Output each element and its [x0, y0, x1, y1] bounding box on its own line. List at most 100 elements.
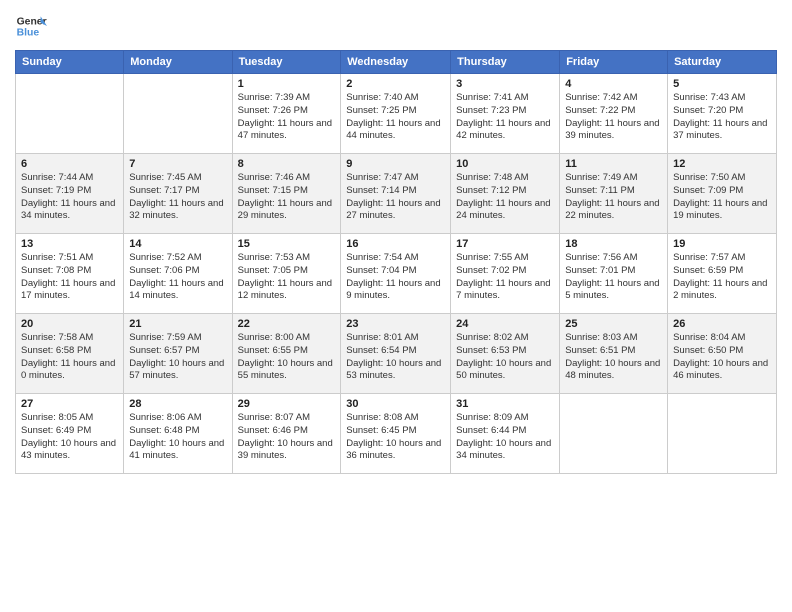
weekday-header: Friday	[560, 51, 668, 74]
calendar-cell: 21 Sunrise: 7:59 AM Sunset: 6:57 PM Dayli…	[124, 314, 232, 394]
day-info: Sunrise: 8:09 AM Sunset: 6:44 PM Dayligh…	[456, 412, 554, 463]
calendar-cell: 16Sunrise: 7:54 AM Sunset: 7:04 PM Dayli…	[341, 234, 451, 314]
day-info: Sunrise: 8:01 AM Sunset: 6:54 PM Dayligh…	[346, 332, 445, 383]
calendar-cell: 12 Sunrise: 7:50 AM Sunset: 7:09 PM Dayli…	[668, 154, 777, 234]
calendar-cell: 23 Sunrise: 8:01 AM Sunset: 6:54 PM Dayli…	[341, 314, 451, 394]
calendar-cell: 31 Sunrise: 8:09 AM Sunset: 6:44 PM Dayli…	[451, 394, 560, 474]
day-info: Sunrise: 7:46 AM Sunset: 7:15 PM Dayligh…	[238, 172, 336, 223]
calendar-cell: 30 Sunrise: 8:08 AM Sunset: 6:45 PM Dayli…	[341, 394, 451, 474]
day-number: 19	[673, 238, 771, 250]
weekday-header: Tuesday	[232, 51, 341, 74]
calendar-cell	[124, 74, 232, 154]
day-info: Sunrise: 7:45 AM Sunset: 7:17 PM Dayligh…	[129, 172, 226, 223]
day-info: Sunrise: 7:58 AM Sunset: 6:58 PM Dayligh…	[21, 332, 118, 383]
day-info: Sunrise: 8:08 AM Sunset: 6:45 PM Dayligh…	[346, 412, 445, 463]
logo: General Blue	[15, 10, 49, 42]
calendar-cell	[668, 394, 777, 474]
day-number: 30	[346, 398, 445, 410]
day-number: 5	[673, 78, 771, 90]
day-number: 12	[673, 158, 771, 170]
weekday-header: Wednesday	[341, 51, 451, 74]
day-info: Sunrise: 8:03 AM Sunset: 6:51 PM Dayligh…	[565, 332, 662, 383]
calendar-cell: 10 Sunrise: 7:48 AM Sunset: 7:12 PM Dayli…	[451, 154, 560, 234]
day-info: Sunrise: 7:50 AM Sunset: 7:09 PM Dayligh…	[673, 172, 771, 223]
logo-icon: General Blue	[15, 10, 47, 42]
calendar-week-row: 1 Sunrise: 7:39 AM Sunset: 7:26 PM Daylig…	[16, 74, 777, 154]
day-info: Sunrise: 8:05 AM Sunset: 6:49 PM Dayligh…	[21, 412, 118, 463]
day-info: Sunrise: 7:42 AM Sunset: 7:22 PM Dayligh…	[565, 92, 662, 143]
calendar-cell: 5 Sunrise: 7:43 AM Sunset: 7:20 PM Daylig…	[668, 74, 777, 154]
calendar-cell: 29 Sunrise: 8:07 AM Sunset: 6:46 PM Dayli…	[232, 394, 341, 474]
day-number: 20	[21, 318, 118, 330]
day-number: 22	[238, 318, 336, 330]
calendar-cell: 9 Sunrise: 7:47 AM Sunset: 7:14 PM Daylig…	[341, 154, 451, 234]
day-number: 17	[456, 238, 554, 250]
calendar-cell: 26 Sunrise: 8:04 AM Sunset: 6:50 PM Dayli…	[668, 314, 777, 394]
calendar-cell: 2Sunrise: 7:40 AM Sunset: 7:25 PM Daylig…	[341, 74, 451, 154]
calendar-cell	[16, 74, 124, 154]
day-info: Sunrise: 7:57 AM Sunset: 6:59 PM Dayligh…	[673, 252, 771, 303]
header: General Blue	[15, 10, 777, 42]
day-info: Sunrise: 7:47 AM Sunset: 7:14 PM Dayligh…	[346, 172, 445, 223]
day-number: 1	[238, 78, 336, 90]
calendar-cell: 1 Sunrise: 7:39 AM Sunset: 7:26 PM Daylig…	[232, 74, 341, 154]
calendar-cell: 20 Sunrise: 7:58 AM Sunset: 6:58 PM Dayli…	[16, 314, 124, 394]
day-number: 9	[346, 158, 445, 170]
calendar-week-row: 13 Sunrise: 7:51 AM Sunset: 7:08 PM Dayli…	[16, 234, 777, 314]
day-info: Sunrise: 7:40 AM Sunset: 7:25 PM Dayligh…	[346, 92, 445, 143]
day-info: Sunrise: 7:52 AM Sunset: 7:06 PM Dayligh…	[129, 252, 226, 303]
calendar-cell: 13 Sunrise: 7:51 AM Sunset: 7:08 PM Dayli…	[16, 234, 124, 314]
day-info: Sunrise: 8:06 AM Sunset: 6:48 PM Dayligh…	[129, 412, 226, 463]
calendar-cell: 24Sunrise: 8:02 AM Sunset: 6:53 PM Dayli…	[451, 314, 560, 394]
day-number: 18	[565, 238, 662, 250]
calendar-week-row: 20 Sunrise: 7:58 AM Sunset: 6:58 PM Dayli…	[16, 314, 777, 394]
calendar-cell: 18Sunrise: 7:56 AM Sunset: 7:01 PM Dayli…	[560, 234, 668, 314]
day-info: Sunrise: 7:51 AM Sunset: 7:08 PM Dayligh…	[21, 252, 118, 303]
weekday-header: Thursday	[451, 51, 560, 74]
day-info: Sunrise: 7:49 AM Sunset: 7:11 PM Dayligh…	[565, 172, 662, 223]
calendar-cell: 17Sunrise: 7:55 AM Sunset: 7:02 PM Dayli…	[451, 234, 560, 314]
day-info: Sunrise: 8:00 AM Sunset: 6:55 PM Dayligh…	[238, 332, 336, 383]
calendar-week-row: 6 Sunrise: 7:44 AM Sunset: 7:19 PM Daylig…	[16, 154, 777, 234]
calendar-cell: 14Sunrise: 7:52 AM Sunset: 7:06 PM Dayli…	[124, 234, 232, 314]
day-number: 11	[565, 158, 662, 170]
day-number: 24	[456, 318, 554, 330]
calendar-cell: 11 Sunrise: 7:49 AM Sunset: 7:11 PM Dayli…	[560, 154, 668, 234]
svg-text:Blue: Blue	[17, 28, 40, 39]
day-number: 28	[129, 398, 226, 410]
weekday-header: Sunday	[16, 51, 124, 74]
day-info: Sunrise: 7:53 AM Sunset: 7:05 PM Dayligh…	[238, 252, 336, 303]
calendar-cell: 19 Sunrise: 7:57 AM Sunset: 6:59 PM Dayli…	[668, 234, 777, 314]
day-info: Sunrise: 7:39 AM Sunset: 7:26 PM Dayligh…	[238, 92, 336, 143]
day-number: 31	[456, 398, 554, 410]
day-number: 8	[238, 158, 336, 170]
calendar-cell: 25 Sunrise: 8:03 AM Sunset: 6:51 PM Dayli…	[560, 314, 668, 394]
calendar-week-row: 27 Sunrise: 8:05 AM Sunset: 6:49 PM Dayli…	[16, 394, 777, 474]
calendar-cell: 4 Sunrise: 7:42 AM Sunset: 7:22 PM Daylig…	[560, 74, 668, 154]
day-number: 3	[456, 78, 554, 90]
day-number: 21	[129, 318, 226, 330]
day-info: Sunrise: 7:48 AM Sunset: 7:12 PM Dayligh…	[456, 172, 554, 223]
day-number: 6	[21, 158, 118, 170]
day-info: Sunrise: 7:44 AM Sunset: 7:19 PM Dayligh…	[21, 172, 118, 223]
day-info: Sunrise: 8:04 AM Sunset: 6:50 PM Dayligh…	[673, 332, 771, 383]
calendar-cell: 27 Sunrise: 8:05 AM Sunset: 6:49 PM Dayli…	[16, 394, 124, 474]
day-number: 7	[129, 158, 226, 170]
day-number: 4	[565, 78, 662, 90]
day-number: 10	[456, 158, 554, 170]
day-number: 23	[346, 318, 445, 330]
calendar-cell: 7 Sunrise: 7:45 AM Sunset: 7:17 PM Daylig…	[124, 154, 232, 234]
day-number: 13	[21, 238, 118, 250]
day-info: Sunrise: 7:59 AM Sunset: 6:57 PM Dayligh…	[129, 332, 226, 383]
day-number: 26	[673, 318, 771, 330]
day-number: 25	[565, 318, 662, 330]
day-number: 27	[21, 398, 118, 410]
weekday-header: Monday	[124, 51, 232, 74]
day-info: Sunrise: 7:43 AM Sunset: 7:20 PM Dayligh…	[673, 92, 771, 143]
header-row: SundayMondayTuesdayWednesdayThursdayFrid…	[16, 51, 777, 74]
day-number: 16	[346, 238, 445, 250]
day-info: Sunrise: 8:07 AM Sunset: 6:46 PM Dayligh…	[238, 412, 336, 463]
day-number: 29	[238, 398, 336, 410]
page: General Blue SundayMondayTuesdayWednesda…	[0, 0, 792, 612]
weekday-header: Saturday	[668, 51, 777, 74]
